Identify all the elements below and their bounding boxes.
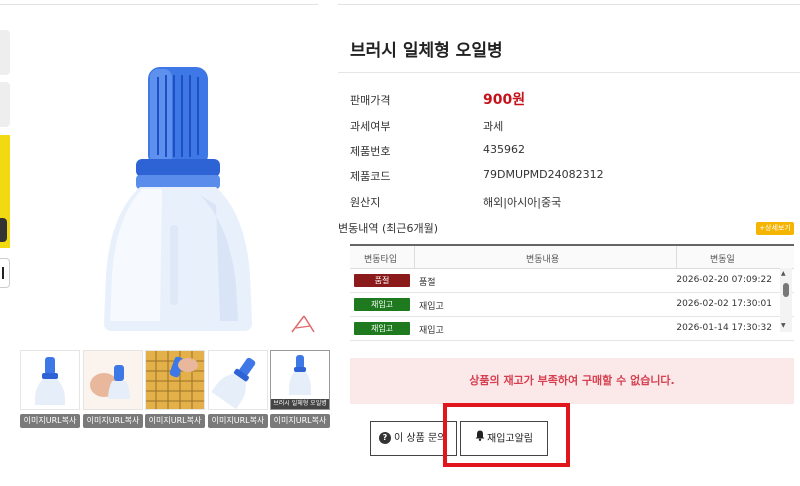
product-inquiry-label: 이 상품 문의 xyxy=(394,433,447,444)
product-code-value: 79DMUPMD24082312 xyxy=(483,168,604,181)
change-type-badge: 재입고 xyxy=(354,298,410,311)
drawing-pencil-icon xyxy=(288,312,318,336)
change-history-label: 변동내역 (최근6개월) xyxy=(338,222,439,235)
table-row: 재입고 재입고 2026-02-02 17:30:01 xyxy=(350,293,794,317)
change-content: 재입고 xyxy=(419,302,444,312)
top-divider-left xyxy=(0,4,318,5)
title-divider xyxy=(338,72,800,73)
scrollbar-thumb[interactable] xyxy=(783,283,789,297)
table-row: 재입고 재입고 2026-01-14 17:30:32 xyxy=(350,317,794,341)
price-value: 900원 xyxy=(483,92,526,108)
copy-image-url-button-1[interactable]: 이미지URL복사 xyxy=(20,414,80,428)
tax-value: 과세 xyxy=(483,120,504,133)
column-header-date: 변동일 xyxy=(710,255,735,265)
change-content: 품절 xyxy=(419,278,436,288)
tax-label: 과세여부 xyxy=(350,120,391,133)
product-code-label: 제품코드 xyxy=(350,170,391,183)
change-date: 2026-01-14 17:30:32 xyxy=(676,323,772,333)
change-history-table: 변동타입 변동내용 변동일 품절 품절 2026-02-20 07:09:22 … xyxy=(350,244,794,341)
thumbnail-2[interactable] xyxy=(83,350,143,410)
side-tab-1[interactable] xyxy=(0,30,10,75)
thumbnail-3[interactable] xyxy=(145,350,205,410)
side-tab-white[interactable] xyxy=(0,258,10,288)
product-number-value: 435962 xyxy=(483,143,525,156)
change-date: 2026-02-02 17:30:01 xyxy=(676,299,772,309)
table-row: 품절 품절 2026-02-20 07:09:22 xyxy=(350,269,794,293)
column-header-type: 변동타입 xyxy=(364,255,398,265)
change-date: 2026-02-20 07:09:22 xyxy=(676,275,772,285)
change-content: 재입고 xyxy=(419,326,444,336)
copy-image-url-button-5[interactable]: 이미지URL복사 xyxy=(270,414,330,428)
product-title: 브러시 일체형 오일병 xyxy=(350,41,503,61)
copy-image-url-button-2[interactable]: 이미지URL복사 xyxy=(83,414,143,428)
thumbnail-caption: 브러시 일체형 오일병 xyxy=(271,399,329,409)
table-header: 변동타입 변동내용 변동일 xyxy=(350,244,794,269)
copy-image-url-button-3[interactable]: 이미지URL복사 xyxy=(145,414,205,428)
change-type-badge: 품절 xyxy=(354,274,410,287)
highlight-box xyxy=(443,403,570,467)
thumbnail-5[interactable]: 브러시 일체형 오일병 xyxy=(270,350,330,410)
origin-label: 원산지 xyxy=(350,196,381,209)
column-header-content: 변동내용 xyxy=(526,255,560,265)
price-label: 판매가격 xyxy=(350,94,391,107)
view-details-button[interactable]: +상세보기 xyxy=(756,222,794,235)
top-divider-right xyxy=(338,4,800,5)
question-circle-icon: ? xyxy=(379,432,391,444)
out-of-stock-alert: 상품의 재고가 부족하여 구매할 수 없습니다. xyxy=(350,358,794,404)
change-type-badge: 재입고 xyxy=(354,322,410,335)
product-number-label: 제품번호 xyxy=(350,145,391,158)
origin-value: 해외|아시아|중국 xyxy=(483,196,562,209)
scroll-down-arrow-icon[interactable]: ▼ xyxy=(781,322,786,329)
side-tab-dark-marker xyxy=(0,218,7,242)
copy-image-url-button-4[interactable]: 이미지URL복사 xyxy=(208,414,268,428)
thumbnail-1[interactable] xyxy=(20,350,80,410)
scroll-up-arrow-icon[interactable]: ▲ xyxy=(781,270,786,277)
thumbnail-4[interactable] xyxy=(208,350,268,410)
main-product-image xyxy=(50,55,310,335)
side-tab-2[interactable] xyxy=(0,82,10,127)
